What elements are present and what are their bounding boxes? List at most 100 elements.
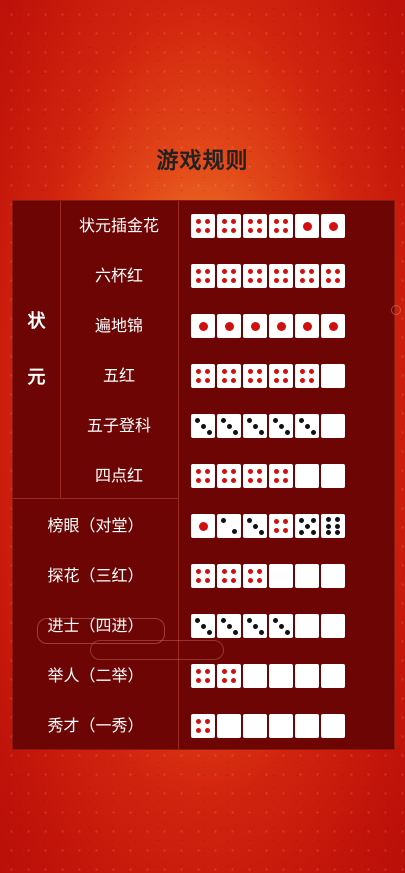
pip [310,517,316,523]
page-title: 游戏规则 [156,149,249,174]
pip [221,518,227,524]
pip [309,268,315,274]
pip [205,718,211,724]
die-face-4-icon [191,264,215,288]
die-face-3-icon [243,514,267,538]
pip [257,218,263,224]
pip [304,523,310,529]
die-face-4-icon [191,214,215,238]
pip [231,228,237,234]
rule-row: 五红 [13,351,394,401]
die-face-4-icon [243,564,267,588]
pip [283,478,289,484]
die-blank-icon [321,664,345,688]
dice-combination [191,414,345,438]
pip [195,678,201,684]
pip [272,617,278,623]
die-blank-icon [295,614,319,638]
die-blank-icon [295,714,319,738]
pip [298,417,304,423]
pip [284,629,290,635]
die-face-2-icon [217,514,241,538]
pip [195,478,201,484]
dice-combination [191,214,345,238]
die-blank-icon [269,664,293,688]
pip [205,468,211,474]
die-face-4-icon [269,514,293,538]
pip [195,368,201,374]
pip [221,678,227,684]
die-face-3-icon [269,414,293,438]
pip [257,578,263,584]
die-blank-icon [295,664,319,688]
dice-combination [191,314,345,338]
pip [299,268,305,274]
pip [302,321,312,331]
pip [231,378,237,384]
dice-combination [191,714,345,738]
die-face-1-icon [321,214,345,238]
pip [273,218,279,224]
pip [325,530,331,536]
pip [278,423,284,429]
pip [232,429,238,435]
pip [273,468,279,474]
pip [328,321,338,331]
pip [252,523,258,529]
pip [221,218,227,224]
rule-name: 状元插金花 [78,216,159,235]
pip [257,468,263,474]
pip [246,417,252,423]
die-face-1-icon [191,514,215,538]
rule-name: 秀才（一秀） [47,716,144,735]
rule-row: 探花（三红） [13,551,394,601]
pip [232,629,238,635]
pip [325,268,331,274]
pip [258,629,264,635]
pip [221,578,227,584]
pip [273,528,279,534]
pip [231,528,237,534]
rule-name: 五红 [102,366,135,385]
pip [247,278,253,284]
pip [283,378,289,384]
die-blank-icon [217,714,241,738]
pip [283,368,289,374]
die-blank-icon [321,414,345,438]
pip [283,528,289,534]
pip [284,429,290,435]
die-blank-icon [321,564,345,588]
die-face-4-icon [191,714,215,738]
die-face-3-icon [191,414,215,438]
pip [247,228,253,234]
pip [205,568,211,574]
die-face-6-icon [321,514,345,538]
pip [221,228,227,234]
pip [195,718,201,724]
pip [273,478,279,484]
pip [221,368,227,374]
pip [220,617,226,623]
pip [309,378,315,384]
pip [205,218,211,224]
die-face-4-icon [269,364,293,388]
floating-handle[interactable] [391,305,401,315]
die-face-4-icon [295,364,319,388]
pip [206,629,212,635]
pip [221,568,227,574]
pip [195,568,201,574]
pip [198,521,208,531]
pip [231,478,237,484]
pip [246,517,252,523]
pip [221,378,227,384]
pip [221,478,227,484]
die-face-1-icon [191,314,215,338]
die-face-4-icon [243,364,267,388]
dice-combination [191,614,345,638]
pip [231,568,237,574]
pip [195,578,201,584]
pip [299,278,305,284]
pip [283,278,289,284]
rule-row: 六杯红 [13,251,394,301]
pip [221,668,227,674]
